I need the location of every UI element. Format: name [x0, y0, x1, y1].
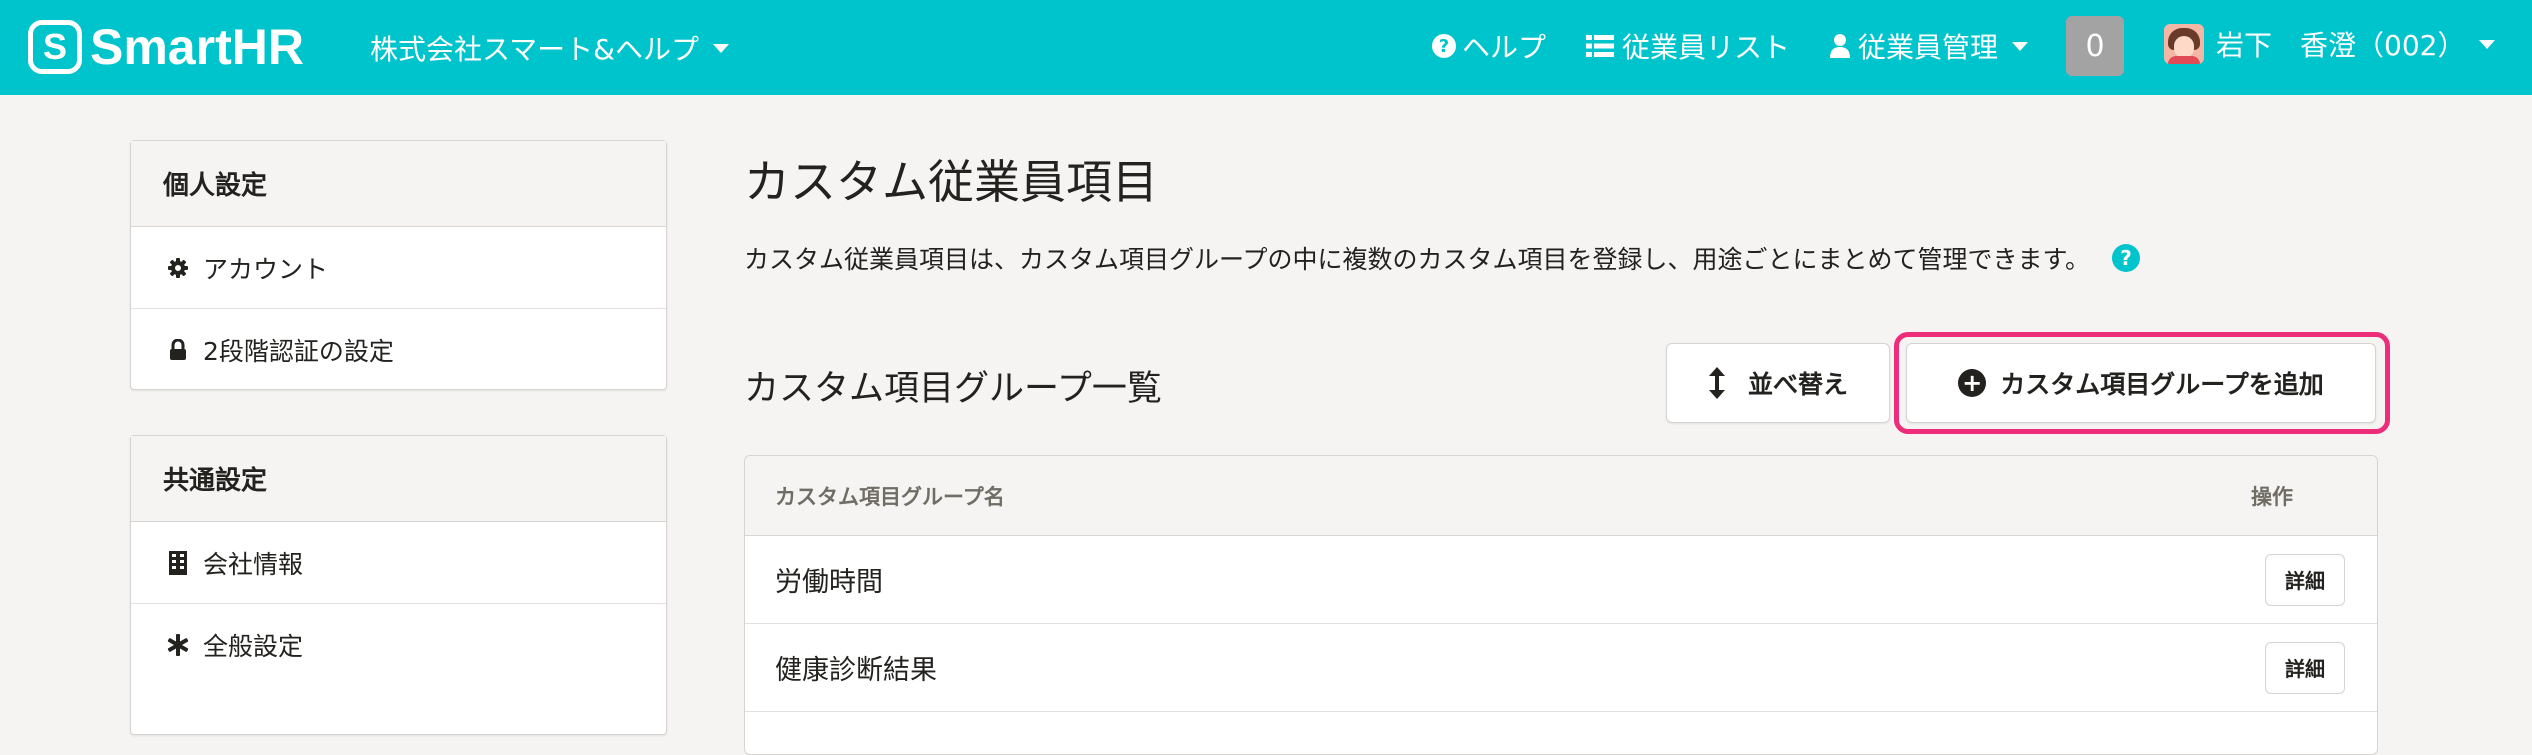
- custom-group-table: カスタム項目グループ名 操作 労働時間 詳細 健康診断結果 詳細: [744, 455, 2378, 755]
- page-title: カスタム従業員項目: [744, 155, 1158, 209]
- table-row: 労働時間 詳細: [745, 536, 2377, 624]
- sidebar-item-label: アカウント: [203, 254, 329, 284]
- sort-arrows-icon: [1708, 367, 1725, 399]
- add-group-button-label: カスタム項目グループを追加: [2000, 370, 2324, 399]
- nav-employee-manage-label: 従業員管理: [1858, 31, 1999, 64]
- description-text: カスタム従業員項目は、カスタム項目グループの中に複数のカスタム項目を登録し、用途…: [744, 245, 2091, 274]
- company-name: 株式会社スマート&ヘルプ: [370, 33, 699, 66]
- group-name: 労働時間: [775, 567, 883, 598]
- nav-help[interactable]: ? ヘルプ: [1432, 26, 1546, 66]
- chevron-down-icon: [2479, 39, 2496, 49]
- sidebar-item-label: 会社情報: [203, 549, 304, 579]
- nav-employee-list[interactable]: 従業員リスト: [1586, 26, 1790, 66]
- table-row: 健康診断結果 詳細: [745, 624, 2377, 712]
- top-header: S SmartHR 株式会社スマート&ヘルプ ? ヘルプ 従業員リスト 従業員管…: [0, 0, 2532, 95]
- logo-text: SmartHR: [90, 19, 304, 75]
- group-name: 健康診断結果: [775, 655, 937, 686]
- avatar: [2164, 24, 2204, 64]
- column-header-action: 操作: [2251, 484, 2293, 509]
- column-header-name: カスタム項目グループ名: [775, 484, 1005, 509]
- user-menu[interactable]: 岩下 香澄（002）: [2164, 24, 2496, 64]
- sidebar-item-account[interactable]: アカウント: [131, 227, 666, 309]
- sidebar-item-label: 2段階認証の設定: [203, 337, 394, 366]
- sidebar-item-company-info[interactable]: 会社情報: [131, 522, 666, 604]
- lock-icon: [167, 339, 189, 361]
- section-title: カスタム項目グループ一覧: [744, 369, 1162, 409]
- add-group-button[interactable]: + カスタム項目グループを追加: [1906, 343, 2376, 423]
- sort-button-label: 並べ替え: [1747, 370, 1848, 399]
- asterisk-icon: [167, 634, 189, 656]
- question-icon: ?: [1432, 34, 1456, 58]
- logo-mark: S: [28, 20, 82, 74]
- detail-button[interactable]: 詳細: [2265, 641, 2345, 694]
- list-icon: [1586, 35, 1614, 57]
- person-icon: [1830, 34, 1850, 58]
- chevron-down-icon: [713, 43, 729, 53]
- company-switcher[interactable]: 株式会社スマート&ヘルプ: [370, 28, 729, 68]
- nav-help-label: ヘルプ: [1462, 31, 1547, 64]
- sidebar-item-label: 全般設定: [203, 632, 304, 661]
- nav-employee-manage[interactable]: 従業員管理: [1830, 26, 2029, 66]
- table-header: カスタム項目グループ名 操作: [745, 456, 2377, 536]
- panel-title: 個人設定: [131, 141, 666, 227]
- chevron-down-icon: [2012, 41, 2029, 51]
- sort-button[interactable]: 並べ替え: [1666, 343, 1890, 423]
- sidebar-item-general-settings[interactable]: 全般設定: [131, 604, 666, 686]
- building-icon: [167, 550, 189, 575]
- sidebar-item-2fa[interactable]: 2段階認証の設定: [131, 309, 666, 391]
- gear-icon: [167, 257, 189, 279]
- personal-settings-panel: 個人設定 アカウント 2段階認証の設定: [130, 140, 667, 390]
- detail-button[interactable]: 詳細: [2265, 553, 2345, 606]
- help-icon[interactable]: ?: [2112, 244, 2141, 272]
- plus-circle-icon: +: [1958, 369, 1987, 397]
- nav-employee-list-label: 従業員リスト: [1622, 31, 1791, 64]
- smarthr-logo[interactable]: S SmartHR: [28, 19, 304, 75]
- panel-title: 共通設定: [131, 436, 666, 522]
- common-settings-panel: 共通設定 会社情報 全般設定: [130, 435, 667, 735]
- page-description: カスタム従業員項目は、カスタム項目グループの中に複数のカスタム項目を登録し、用途…: [744, 240, 2141, 276]
- user-name: 岩下 香澄（002）: [2216, 29, 2466, 62]
- notification-badge[interactable]: 0: [2066, 16, 2124, 76]
